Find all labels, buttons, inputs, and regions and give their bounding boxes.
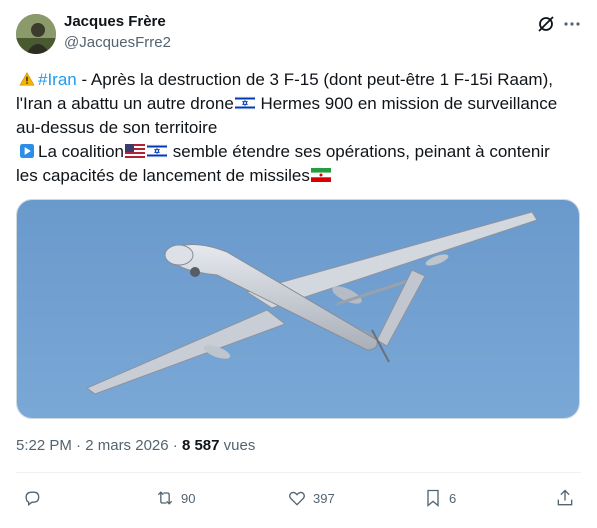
tweet-line-4: La coalition semble étendre ses opératio… xyxy=(16,140,581,164)
retweet-button[interactable]: 90 xyxy=(155,486,195,510)
tweet-text-segment: l'Iran a abattu un autre drone xyxy=(16,94,234,113)
retweet-icon xyxy=(157,491,173,505)
warning-icon xyxy=(19,72,35,86)
tweet-text-segment: semble étendre ses opérations, peinant à… xyxy=(168,142,550,161)
bookmark-icon xyxy=(427,489,439,507)
more-options-icon[interactable] xyxy=(562,14,582,34)
author-handle[interactable]: @JacquesFrre2 xyxy=(64,34,171,51)
avatar-image xyxy=(16,14,56,54)
avatar[interactable] xyxy=(16,14,56,54)
share-button[interactable] xyxy=(555,486,575,510)
hashtag-iran[interactable]: #Iran xyxy=(38,70,77,89)
drone-photo xyxy=(17,200,579,418)
tweet-media-image[interactable] xyxy=(16,199,580,419)
tweet-meta: 5:22 PM · 2 mars 2026 · 8 587 vues xyxy=(16,437,255,454)
share-icon xyxy=(557,489,573,506)
views-count: 8 587 xyxy=(181,437,220,454)
tweet-line-1: #Iran - Après la destruction de 3 F-15 (… xyxy=(16,68,581,92)
tweet-text: #Iran - Après la destruction de 3 F-15 (… xyxy=(16,68,581,188)
tweet-text-segment: La coalition xyxy=(38,142,125,161)
tweet-date[interactable]: 2 mars 2026 xyxy=(85,437,168,454)
tweet-text-segment: les capacités de lancement de missiles xyxy=(16,166,310,185)
reply-icon xyxy=(25,491,40,506)
bookmark-count: 6 xyxy=(449,490,457,506)
tweet-text-segment: au-dessus de son territoire xyxy=(16,118,218,137)
meta-separator: · xyxy=(71,437,86,454)
divider xyxy=(16,472,581,473)
bookmark-button[interactable]: 6 xyxy=(423,486,456,510)
iran-flag-icon xyxy=(310,168,331,182)
play-button-icon xyxy=(20,144,34,158)
views-label: vues xyxy=(219,437,256,454)
like-button[interactable]: 397 xyxy=(287,486,335,510)
tweet-text-segment: Hermes 900 en mission de surveillance xyxy=(255,94,558,113)
retweet-count: 90 xyxy=(181,490,196,506)
tweet-line-5: les capacités de lancement de missiles xyxy=(16,164,581,188)
meta-separator: · xyxy=(168,437,182,454)
reply-button[interactable] xyxy=(22,486,48,510)
tweet-line-3: au-dessus de son territoire xyxy=(16,116,581,140)
israel-flag-icon xyxy=(234,96,255,110)
author-name[interactable]: Jacques Frère xyxy=(64,13,166,30)
tweet-time[interactable]: 5:22 PM xyxy=(16,437,72,454)
grok-icon[interactable] xyxy=(536,14,556,34)
tweet-text-segment: - Après la destruction de 3 F-15 (dont p… xyxy=(76,70,553,89)
israel-flag-icon xyxy=(147,144,168,158)
like-count: 397 xyxy=(313,490,335,506)
heart-icon xyxy=(289,491,305,506)
us-flag-icon xyxy=(125,144,146,158)
tweet-line-2: l'Iran a abattu un autre drone Hermes 90… xyxy=(16,92,581,116)
